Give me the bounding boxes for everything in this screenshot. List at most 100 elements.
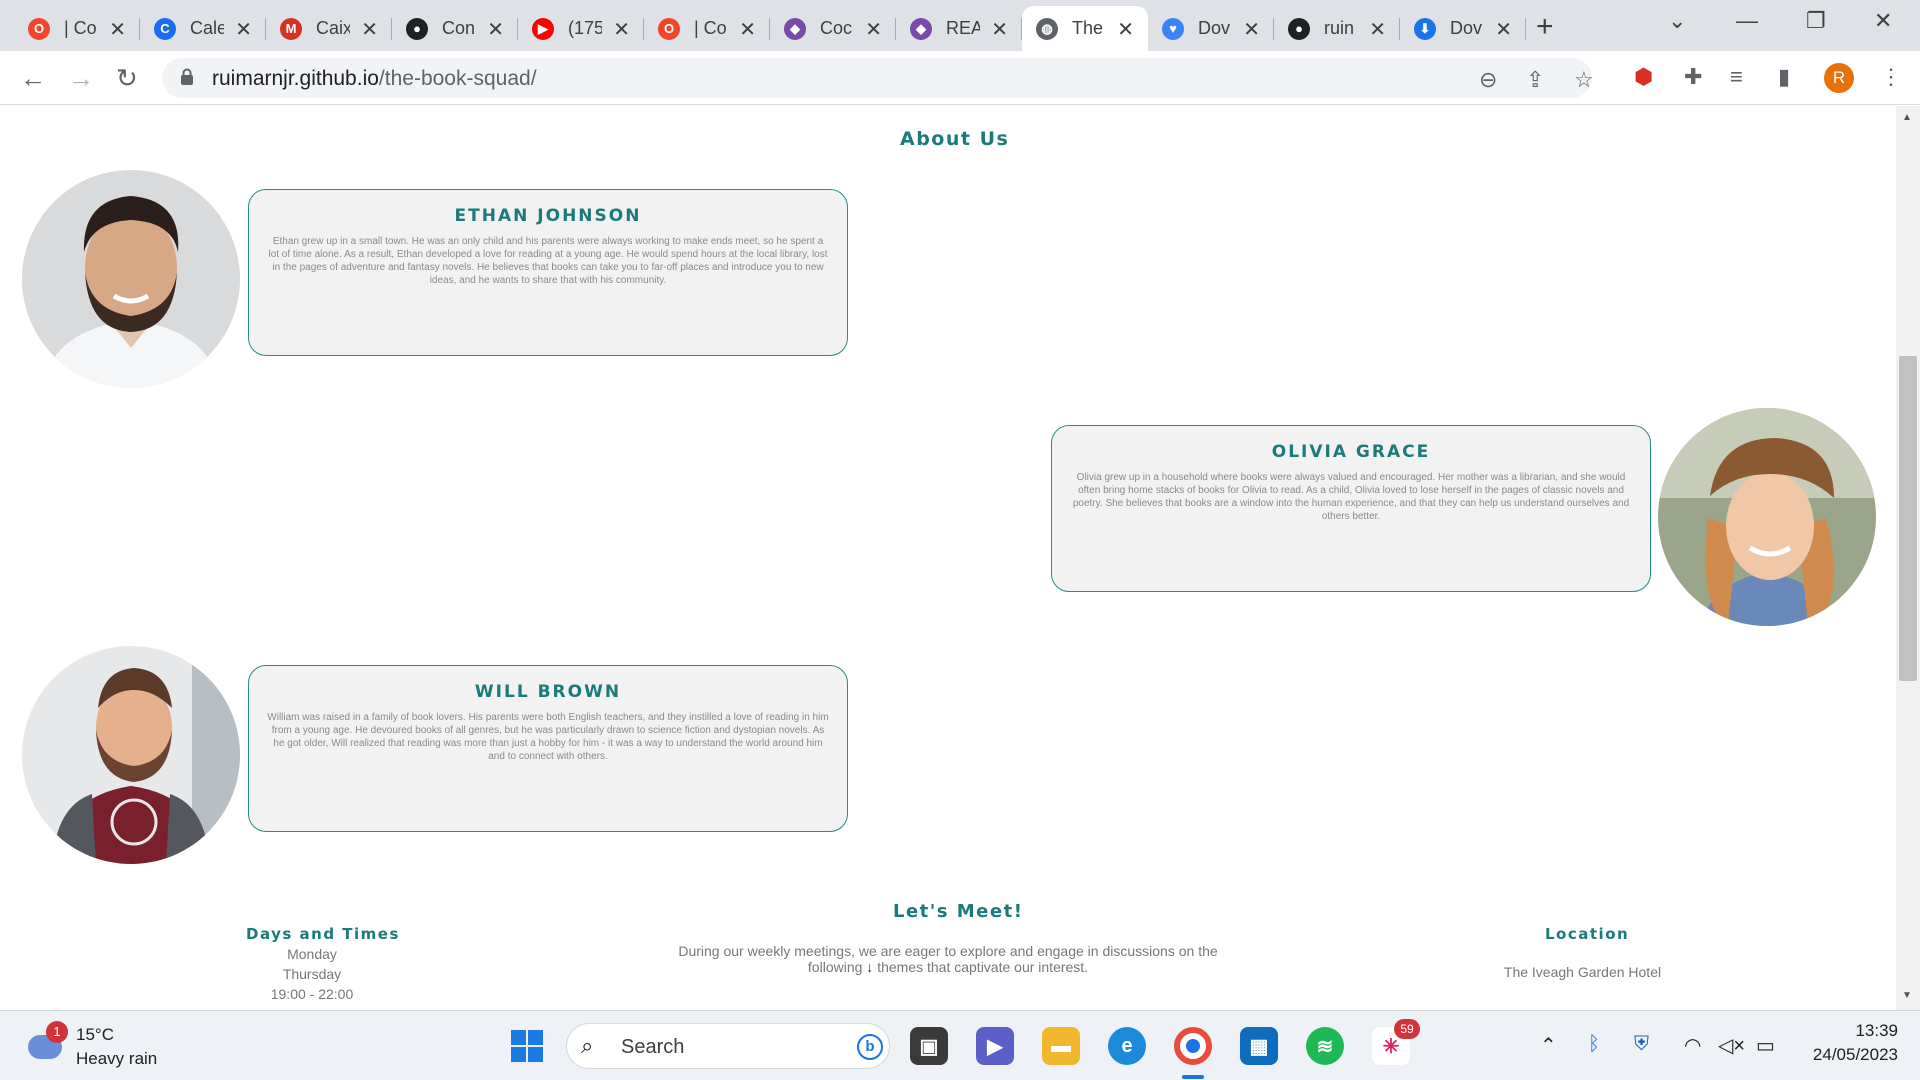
windows-taskbar: 1 15°C Heavy rain ⌕ Search b ▣ ▶ ▬ e ▦ ≋… [0,1010,1920,1080]
tab-title: The [1072,18,1104,38]
tab-title: | Co [64,18,97,38]
side-panel-icon[interactable]: ▮ [1778,64,1790,90]
cube-icon: ◆ [784,17,806,40]
wifi-icon[interactable]: ◠ [1684,1033,1701,1058]
clock-date[interactable]: 24/05/2023 [1800,1045,1898,1065]
tab-title: Coc [820,18,853,38]
show-hidden-icons-chevron-icon[interactable]: ⌃ [1540,1033,1557,1058]
new-tab-button[interactable]: + [1536,10,1554,44]
forward-button[interactable]: → [68,63,94,94]
menu-kebab-icon[interactable]: ⋮ [1880,64,1902,90]
scrollbar-thumb[interactable] [1899,356,1917,681]
media-control-icon[interactable]: ≡ [1730,64,1743,90]
meet-intro-line-1: During our weekly meetings, we are eager… [678,943,1218,959]
chrome-active-indicator [1182,1075,1204,1079]
close-tab-icon[interactable]: ✕ [487,17,504,42]
extension-icon[interactable]: ⬢ [1634,64,1653,90]
slack-badge: 59 [1394,1019,1420,1039]
cube-icon: ◆ [910,17,932,40]
taskbar-search-box[interactable]: ⌕ Search b [566,1023,890,1069]
browser-tab[interactable]: M Caix ✕ [266,6,392,51]
opera-icon: O [28,17,50,40]
address-bar[interactable]: ruimarnjr.github.io/the-book-squad/ ⊖ ⇪ … [162,58,1594,98]
minimize-button[interactable]: — [1736,8,1758,34]
browser-tab[interactable]: ⬇ Dov ✕ [1400,6,1526,51]
clock-time[interactable]: 13:39 [1848,1021,1898,1041]
close-tab-icon[interactable]: ✕ [991,17,1008,42]
close-tab-icon[interactable]: ✕ [109,17,126,42]
profile-avatar[interactable]: R [1824,63,1854,93]
member-card-will: WILL BROWN William was raised in a famil… [248,665,848,832]
browser-tab[interactable]: ◆ Coc ✕ [770,6,896,51]
back-button[interactable]: ← [20,63,46,94]
volume-muted-icon[interactable]: ◁× [1718,1033,1745,1058]
zoom-icon[interactable]: ⊖ [1479,67,1497,93]
reload-button[interactable]: ↻ [116,63,138,94]
close-window-button[interactable]: ✕ [1874,8,1892,34]
member-card-ethan: ETHAN JOHNSON Ethan grew up in a small t… [248,189,848,356]
extensions-puzzle-icon[interactable]: ✚ [1684,64,1702,90]
restore-button[interactable]: ❐ [1806,8,1826,34]
bookmark-star-icon[interactable]: ☆ [1574,67,1594,93]
browser-tab[interactable]: ● Con ✕ [392,6,518,51]
tab-title: Dov [1198,18,1231,38]
meeting-time: 19:00 - 22:00 [270,986,354,1002]
browser-tab[interactable]: O | Co ✕ [14,6,140,51]
member-card-olivia: OLIVIA GRACE Olivia grew up in a househo… [1051,425,1651,592]
close-tab-icon[interactable]: ✕ [739,17,756,42]
browser-tab[interactable]: ▶ (175 ✕ [518,6,644,51]
search-icon: ⌕ [581,1033,594,1058]
url-text: ruimarnjr.github.io/the-book-squad/ [212,67,537,91]
file-explorer-icon[interactable]: ▬ [1042,1027,1080,1065]
url-host: ruimarnjr.github.io [212,67,379,90]
close-tab-icon[interactable]: ✕ [1243,17,1260,42]
tab-title: (175 [568,18,602,38]
browser-tab[interactable]: ◍ The ✕ [1022,6,1148,51]
browser-tab[interactable]: O | Co ✕ [644,6,770,51]
olivia-avatar [1658,408,1876,626]
youtube-icon: ▶ [532,17,554,40]
spotify-icon[interactable]: ≋ [1306,1027,1344,1065]
close-tab-icon[interactable]: ✕ [1369,17,1386,42]
tab-title: REA [946,18,980,38]
tab-separator [1525,18,1526,40]
bluetooth-icon[interactable]: ᛒ [1588,1033,1600,1056]
member-name: OLIVIA GRACE [1271,442,1431,462]
windows-start-icon[interactable] [508,1027,546,1065]
days-times-heading: Days and Times [246,925,400,943]
scroll-down-icon[interactable]: ▼ [1902,990,1912,1001]
member-bio: Ethan grew up in a small town. He was an… [268,236,828,286]
weather-temp: 15°C [76,1025,114,1044]
browser-tab[interactable]: ◆ REA ✕ [896,6,1022,51]
tab-title: Con [442,18,476,38]
tab-title: | Co [694,18,727,38]
security-shield-icon[interactable]: ⛨ [1634,1033,1649,1056]
edge-icon[interactable]: e [1108,1027,1146,1065]
browser-tab[interactable]: C Cale ✕ [140,6,266,51]
scroll-up-icon[interactable]: ▲ [1902,112,1912,123]
microsoft-store-icon[interactable]: ▦ [1240,1027,1278,1065]
task-view-icon[interactable]: ▣ [910,1027,948,1065]
close-tab-icon[interactable]: ✕ [361,17,378,42]
close-tab-icon[interactable]: ✕ [1495,17,1512,42]
battery-icon[interactable]: ▭ [1756,1033,1775,1058]
chrome-icon[interactable] [1174,1027,1212,1065]
tab-title: Cale [190,18,224,38]
browser-tab[interactable]: ● ruin ✕ [1274,6,1400,51]
close-tab-icon[interactable]: ✕ [865,17,882,42]
tab-search-icon[interactable]: ⌄ [1668,8,1686,34]
location-text: The Iveagh Garden Hotel [1503,964,1662,980]
weather-widget[interactable]: 1 15°C Heavy rain [26,1021,176,1071]
page-scrollbar[interactable]: ▲ ▼ [1896,106,1920,1010]
close-tab-icon[interactable]: ✕ [613,17,630,42]
member-bio: William was raised in a family of book l… [267,712,829,762]
bing-icon[interactable]: b [857,1034,883,1060]
calendly-icon: C [154,17,176,40]
browser-tab[interactable]: ♥ Dov ✕ [1148,6,1274,51]
meeting-day-1: Monday [287,946,337,962]
close-tab-icon[interactable]: ✕ [235,17,252,42]
close-tab-icon[interactable]: ✕ [1117,17,1134,42]
arrow-down-icon[interactable]: ↓ [866,959,873,975]
teams-chat-icon[interactable]: ▶ [976,1027,1014,1065]
share-icon[interactable]: ⇪ [1526,67,1544,93]
